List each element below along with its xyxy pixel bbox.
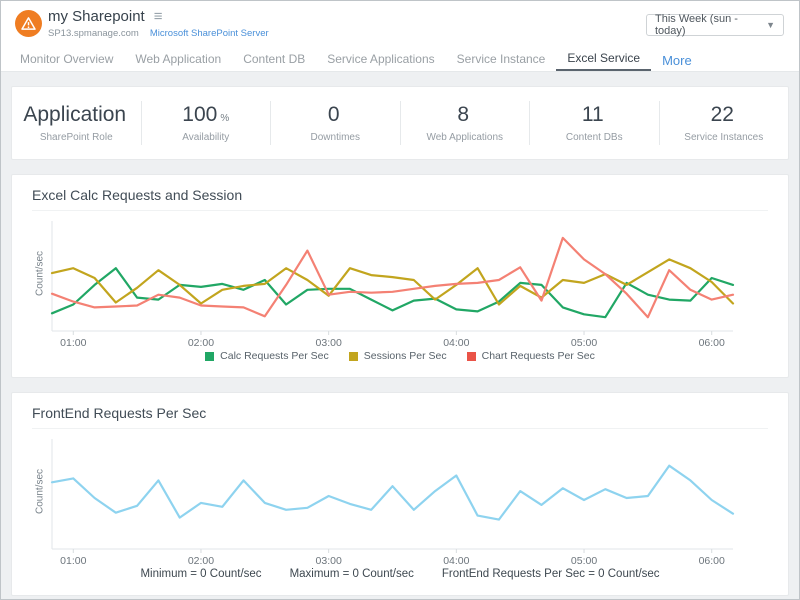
svg-text:05:00: 05:00 bbox=[571, 337, 597, 349]
stat-downtimes: 0 Downtimes bbox=[270, 101, 400, 145]
stat-label: Service Instances bbox=[660, 132, 789, 143]
stat-availability: 100% Availability bbox=[141, 101, 271, 145]
svg-text:04:00: 04:00 bbox=[443, 337, 469, 349]
svg-text:06:00: 06:00 bbox=[699, 555, 725, 567]
stat-label: Downtimes bbox=[271, 132, 400, 143]
frontend-requests-line-chart: 01:00 02:00 03:00 04:00 05:00 06:00 bbox=[48, 435, 738, 567]
chart-title: FrontEnd Requests Per Sec bbox=[32, 405, 768, 429]
stat-label: Content DBs bbox=[530, 132, 659, 143]
stat-label: SharePoint Role bbox=[12, 132, 141, 143]
percent-unit: % bbox=[220, 113, 229, 124]
warning-triangle-icon bbox=[21, 17, 36, 30]
stat-value: 100 bbox=[182, 103, 217, 126]
svg-text:02:00: 02:00 bbox=[188, 337, 214, 349]
tab-service-applications[interactable]: Service Applications bbox=[316, 46, 445, 71]
chart-footer-stats: Minimum = 0 Count/sec Maximum = 0 Count/… bbox=[32, 568, 768, 580]
excel-calc-sessions-line-chart: 01:00 02:00 03:00 04:00 05:00 06:00 bbox=[48, 217, 738, 349]
chart-legend: Calc Requests Per Sec Sessions Per Sec C… bbox=[32, 350, 768, 362]
svg-text:05:00: 05:00 bbox=[571, 555, 597, 567]
legend-swatch-yellow bbox=[349, 352, 358, 361]
stat-value: Application bbox=[23, 103, 126, 126]
summary-stats-card: Application SharePoint Role 100% Availab… bbox=[11, 86, 789, 160]
monitor-tabs: Monitor Overview Web Application Content… bbox=[1, 46, 799, 72]
monitor-title: my Sharepoint bbox=[48, 8, 145, 25]
legend-label: Calc Requests Per Sec bbox=[220, 350, 329, 362]
legend-item-calc-requests[interactable]: Calc Requests Per Sec bbox=[205, 350, 329, 362]
hamburger-menu-icon[interactable]: ≡ bbox=[154, 9, 163, 24]
svg-text:01:00: 01:00 bbox=[60, 555, 86, 567]
chart-card-excel-calc-sessions: Excel Calc Requests and Session Count/se… bbox=[11, 174, 789, 378]
stat-value: 11 bbox=[582, 103, 604, 126]
svg-text:03:00: 03:00 bbox=[316, 555, 342, 567]
chevron-down-icon: ▼ bbox=[766, 20, 775, 30]
monitor-identity: my Sharepoint ≡ SP13.spmanage.com Micros… bbox=[48, 8, 269, 39]
y-axis-label: Count/sec bbox=[32, 435, 48, 547]
dashboard-page: my Sharepoint ≡ SP13.spmanage.com Micros… bbox=[0, 0, 800, 600]
tab-monitor-overview[interactable]: Monitor Overview bbox=[9, 46, 124, 71]
stat-web-applications: 8 Web Applications bbox=[400, 101, 530, 145]
time-range-dropdown[interactable]: This Week (sun - today) ▼ bbox=[646, 14, 784, 36]
tab-excel-service[interactable]: Excel Service bbox=[556, 46, 651, 71]
legend-swatch-red bbox=[467, 352, 476, 361]
svg-text:02:00: 02:00 bbox=[188, 555, 214, 567]
monitor-hostname: SP13.spmanage.com bbox=[48, 28, 139, 39]
stat-value: 0 bbox=[328, 103, 340, 126]
legend-label: Chart Requests Per Sec bbox=[482, 350, 595, 362]
stat-value: 8 bbox=[457, 103, 469, 126]
chart-card-frontend-requests: FrontEnd Requests Per Sec Count/sec 01:0… bbox=[11, 392, 789, 596]
app-header: my Sharepoint ≡ SP13.spmanage.com Micros… bbox=[1, 1, 799, 46]
stat-label: Web Applications bbox=[401, 132, 530, 143]
stat-sharepoint-role: Application SharePoint Role bbox=[12, 101, 141, 145]
legend-swatch-green bbox=[205, 352, 214, 361]
stat-label: Availability bbox=[142, 132, 271, 143]
svg-text:01:00: 01:00 bbox=[60, 337, 86, 349]
stat-content-dbs: 11 Content DBs bbox=[529, 101, 659, 145]
dashboard-content: Application SharePoint Role 100% Availab… bbox=[1, 72, 799, 596]
minimum-stat: Minimum = 0 Count/sec bbox=[140, 568, 261, 580]
svg-text:04:00: 04:00 bbox=[443, 555, 469, 567]
chart-title: Excel Calc Requests and Session bbox=[32, 187, 768, 211]
tab-service-instance[interactable]: Service Instance bbox=[446, 46, 557, 71]
frontend-rps-stat: FrontEnd Requests Per Sec = 0 Count/sec bbox=[442, 568, 660, 580]
server-type-link[interactable]: Microsoft SharePoint Server bbox=[150, 28, 269, 39]
y-axis-label: Count/sec bbox=[32, 217, 48, 329]
tab-more[interactable]: More bbox=[651, 46, 703, 71]
svg-text:03:00: 03:00 bbox=[316, 337, 342, 349]
monitor-status-icon bbox=[15, 10, 42, 37]
stat-value: 22 bbox=[711, 103, 734, 126]
stat-service-instances: 22 Service Instances bbox=[659, 101, 789, 145]
legend-item-sessions[interactable]: Sessions Per Sec bbox=[349, 350, 447, 362]
legend-label: Sessions Per Sec bbox=[364, 350, 447, 362]
svg-text:06:00: 06:00 bbox=[699, 337, 725, 349]
tab-content-db[interactable]: Content DB bbox=[232, 46, 316, 71]
maximum-stat: Maximum = 0 Count/sec bbox=[290, 568, 414, 580]
time-range-value: This Week (sun - today) bbox=[655, 13, 766, 37]
tab-web-application[interactable]: Web Application bbox=[124, 46, 232, 71]
legend-item-chart-requests[interactable]: Chart Requests Per Sec bbox=[467, 350, 595, 362]
